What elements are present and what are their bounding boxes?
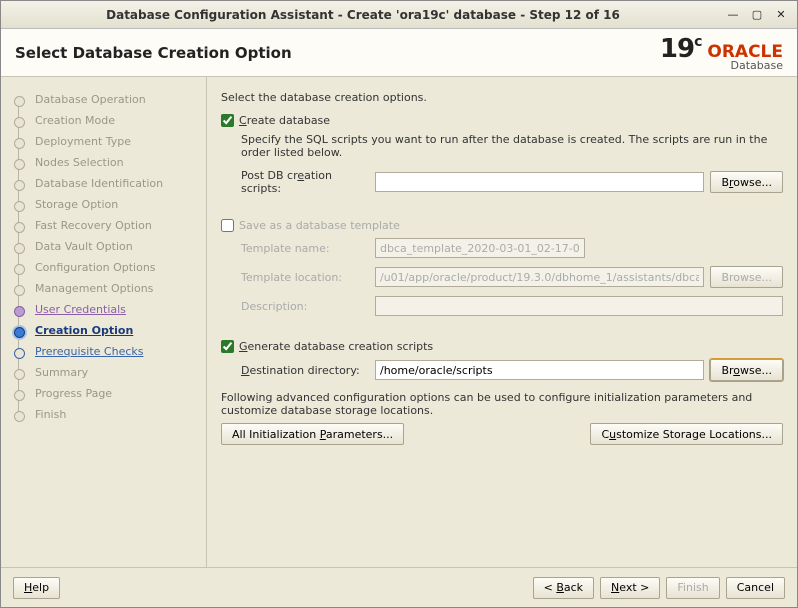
- destination-dir-row: Destination directory: Browse...: [241, 359, 783, 381]
- close-icon[interactable]: ✕: [773, 8, 789, 22]
- minimize-icon[interactable]: —: [725, 8, 741, 22]
- back-button[interactable]: < Back: [533, 577, 594, 599]
- generate-scripts-checkbox[interactable]: [221, 340, 234, 353]
- template-description-row: Description:: [241, 296, 783, 316]
- steps-list: Database OperationCreation ModeDeploymen…: [11, 89, 202, 425]
- step-summary: Summary: [11, 362, 202, 383]
- destination-dir-input[interactable]: [375, 360, 704, 380]
- oracle-logo: 19c ORACLE Database: [660, 34, 783, 72]
- footer: Help < Back Next > Finish Cancel: [1, 567, 797, 607]
- create-database-checkbox[interactable]: [221, 114, 234, 127]
- step-prerequisite-checks[interactable]: Prerequisite Checks: [11, 341, 202, 362]
- save-template-label: Save as a database template: [239, 219, 400, 232]
- template-name-input: [375, 238, 585, 258]
- save-template-checkbox[interactable]: [221, 219, 234, 232]
- post-scripts-row: Post DB creation scripts: Browse...: [241, 169, 783, 195]
- step-nodes-selection: Nodes Selection: [11, 152, 202, 173]
- step-user-credentials[interactable]: User Credentials: [11, 299, 202, 320]
- init-params-button[interactable]: All Initialization Parameters...: [221, 423, 404, 445]
- main: Database OperationCreation ModeDeploymen…: [1, 77, 797, 567]
- step-creation-option: Creation Option: [11, 320, 202, 341]
- customize-storage-button[interactable]: Customize Storage Locations...: [590, 423, 783, 445]
- save-template-option[interactable]: Save as a database template: [221, 219, 783, 232]
- create-database-note: Specify the SQL scripts you want to run …: [241, 133, 783, 159]
- step-storage-option: Storage Option: [11, 194, 202, 215]
- window-title: Database Configuration Assistant - Creat…: [9, 8, 717, 22]
- next-button[interactable]: Next >: [600, 577, 660, 599]
- create-database-option[interactable]: Create database: [221, 114, 783, 127]
- step-progress-page: Progress Page: [11, 383, 202, 404]
- template-description-label: Description:: [241, 300, 369, 313]
- step-deployment-type: Deployment Type: [11, 131, 202, 152]
- intro-text: Select the database creation options.: [221, 91, 783, 104]
- post-scripts-label: Post DB creation scripts:: [241, 169, 369, 195]
- generate-scripts-option[interactable]: Generate database creation scripts: [221, 340, 783, 353]
- header: Select Database Creation Option 19c ORAC…: [1, 29, 797, 77]
- step-database-identification: Database Identification: [11, 173, 202, 194]
- cancel-button[interactable]: Cancel: [726, 577, 785, 599]
- generate-scripts-label: Generate database creation scripts: [239, 340, 433, 353]
- step-fast-recovery-option: Fast Recovery Option: [11, 215, 202, 236]
- content: Select the database creation options. Cr…: [207, 77, 797, 567]
- post-scripts-input[interactable]: [375, 172, 704, 192]
- create-database-label: Create database: [239, 114, 330, 127]
- page-title: Select Database Creation Option: [15, 44, 292, 62]
- template-name-label: Template name:: [241, 242, 369, 255]
- template-location-label: Template location:: [241, 271, 369, 284]
- template-name-row: Template name:: [241, 238, 783, 258]
- destination-dir-label: Destination directory:: [241, 364, 369, 377]
- post-scripts-browse-button[interactable]: Browse...: [710, 171, 783, 193]
- destination-browse-button[interactable]: Browse...: [710, 359, 783, 381]
- maximize-icon[interactable]: ▢: [749, 8, 765, 22]
- step-creation-mode: Creation Mode: [11, 110, 202, 131]
- template-location-input: [375, 267, 704, 287]
- step-configuration-options: Configuration Options: [11, 257, 202, 278]
- dbca-window: Database Configuration Assistant - Creat…: [0, 0, 798, 608]
- finish-button: Finish: [666, 577, 719, 599]
- template-description-input: [375, 296, 783, 316]
- step-database-operation: Database Operation: [11, 89, 202, 110]
- step-finish: Finish: [11, 404, 202, 425]
- step-data-vault-option: Data Vault Option: [11, 236, 202, 257]
- template-browse-button: Browse...: [710, 266, 783, 288]
- advanced-note: Following advanced configuration options…: [221, 391, 783, 417]
- template-location-row: Template location: Browse...: [241, 266, 783, 288]
- sidebar: Database OperationCreation ModeDeploymen…: [1, 77, 207, 567]
- step-management-options: Management Options: [11, 278, 202, 299]
- titlebar: Database Configuration Assistant - Creat…: [1, 1, 797, 29]
- help-button[interactable]: Help: [13, 577, 60, 599]
